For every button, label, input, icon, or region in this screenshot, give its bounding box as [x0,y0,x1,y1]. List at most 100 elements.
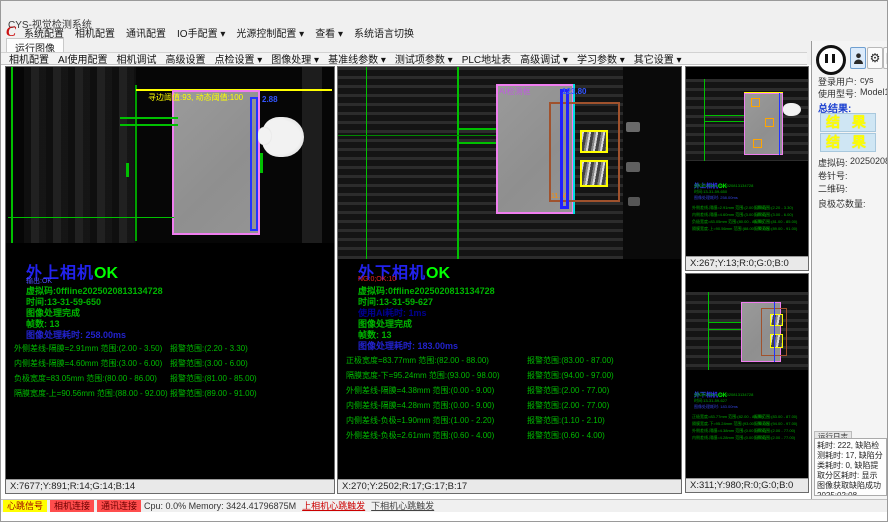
user-button[interactable] [850,47,866,69]
thumb-bottom-blue-line [774,302,775,362]
tool-other-settings[interactable]: 其它设置 ▾ [634,51,682,66]
gear-icon: ⚙ [870,52,881,64]
tool-advanced-debug[interactable]: 高级调试 ▾ [520,51,568,66]
app-window: CYS-视觉检测系统 C 系统配置 相机配置 通讯配置 IO手配置 ▾ 光源控制… [0,0,888,522]
center-yellow-box1 [580,130,608,153]
trigger-up-text[interactable]: 上相机心跳触发 [302,500,365,512]
tool-baseline-params[interactable]: 基准线参数 ▾ [328,51,386,66]
thumb-top-orange-box1 [751,98,760,107]
thumb-top-orange-box3 [753,139,762,148]
center-counter-text: NG:0;OK:10 [358,276,396,283]
thumb-top-alarm4: 报警范围:(89.00 - 91.00) [754,226,797,232]
left-camera-image[interactable]: 寻边阈值:93, 动态阈值:100 2.88 [6,67,334,243]
trigger-down-text[interactable]: 下相机心跳触发 [371,500,434,512]
center-meas-row6: 外侧差线-负极=2.61mm 范围:(0.60 - 4.00) [346,430,494,441]
user-icon [853,52,864,65]
model-label: 使用型号: [818,87,857,100]
tool-camera-debug[interactable]: 相机调试 [116,51,156,66]
center-green-vline2 [457,67,459,259]
center-meas-row2: 隔膜宽度-下=95.24mm 范围:(93.00 - 98.00) [346,370,500,381]
left-glove-thumb [258,127,272,145]
center-metal-bump3 [628,197,640,206]
menu-item-comm-config[interactable]: 通讯配置 [126,25,166,40]
login-user-value: cys [860,75,874,85]
thumb-top-line3: 图像处理耗时: 258.00ms [694,195,738,201]
left-blue-value-label: 2.88 [262,95,278,104]
thumb-top-yellow-line [744,92,783,93]
vcode-value: 20250208 [850,156,888,166]
menu-item-io-config[interactable]: IO手配置 ▾ [177,25,225,40]
right-control-panel: ⚙ 登录用户: cys 使用型号: Model1 总结果: 结 果 结 果 虚拟… [811,41,888,499]
thumb-bottom-coord-bar: X:311;Y:980;R:0;G:0;B:0 [686,478,809,492]
tool-camera-config[interactable]: 相机配置 [9,51,49,66]
menu-item-camera-config[interactable]: 相机配置 [75,25,115,40]
qr-label: 二维码: [818,182,848,195]
center-alarm-row2: 报警范围:(94.00 - 97.00) [527,370,614,381]
center-alarm-row4: 报警范围:(2.00 - 77.00) [527,400,609,411]
center-alarm-row1: 报警范围:(83.00 - 87.00) [527,355,614,366]
thumb-bottom-green-vline [708,292,709,370]
center-metal-bump1 [626,122,640,132]
left-elapsed-text: 图像处理耗时: 258.00ms [26,328,126,341]
center-meas-row3: 外侧差线-隔膜=4.38mm 范围:(0.00 - 9.00) [346,385,494,396]
thumb-top-alarm2: 报警范围:(3.00 - 6.00) [754,212,793,218]
thumb-top-alarm3: 报警范围:(81.00 - 85.00) [754,219,797,225]
tool-image-process[interactable]: 图像处理 ▾ [271,51,319,66]
center-metal-bump2 [626,162,640,172]
center-meas-row4: 内侧差线-隔膜=4.28mm 范围:(0.00 - 9.00) [346,400,494,411]
left-meas-row1: 外侧差线-隔膜=2.91mm 范围:(2.00 - 3.50) [14,343,162,354]
center-ai-box-label: AI检测框 [499,86,531,97]
thumb-top-roi-rect [744,93,783,155]
thumb-bottom-alarm3: 报警范围:(2.00 - 77.00) [754,428,795,434]
thumb-top-blue-line [779,93,780,155]
app-logo-icon: C [6,26,16,38]
thumb-bottom-yellow-box2 [770,334,783,348]
pause-button[interactable] [816,45,846,75]
status-bar: 心跳信号 相机连接 通讯连接 Cpu: 0.0% Memory: 3424.41… [1,499,888,512]
needle-label: 卷针号: [818,169,848,182]
thumb-top-green-hline1 [704,115,746,116]
center-alarm-row3: 报警范围:(2.00 - 77.00) [527,385,609,396]
center-green-vline1 [366,67,367,259]
center-meas-row1: 正极宽度=83.77mm 范围:(82.00 - 88.00) [346,355,489,366]
left-meas-row2: 内侧差线-隔膜=4.60mm 范围:(3.00 - 6.00) [14,358,162,369]
pause-icon [825,54,828,63]
center-yellow-box2 [580,160,608,187]
thumb-top-orange-box2 [765,118,774,127]
thumb-top-panel[interactable]: 外上相机OK 虚拟码:0ffline2025020813134728 时间:13… [685,66,809,271]
tool-learn-params[interactable]: 学习参数 ▾ [577,51,625,66]
left-alarm-row3: 报警范围:(81.00 - 85.00) [170,373,257,384]
menu-item-light-config[interactable]: 光源控制配置 ▾ [236,25,304,40]
thumb-top-glove [783,103,801,116]
comm-conn-badge: 通讯连接 [97,500,141,512]
thumb-top-image [686,79,808,161]
tool-plc-table[interactable]: PLC地址表 [462,51,511,66]
left-green-mark2 [260,153,263,173]
exit-button[interactable] [883,47,888,69]
settings-button[interactable]: ⚙ [867,47,883,69]
thumb-bottom-image [686,292,808,370]
tool-advanced-settings[interactable]: 高级设置 [165,51,205,66]
log-text[interactable]: 耗时: 222, 缺陷检测耗时: 17, 缺陷分类耗时: 0, 缺陷提取分区耗时… [814,438,887,496]
left-camera-status: OK [94,265,118,282]
left-green-hline3 [8,217,174,218]
center-blue-value-label: 123.80 [562,87,586,96]
left-meas-row4: 隔膜宽度-上=90.56mm 范围:(88.00 - 92.00) [14,388,168,399]
center-camera-image[interactable]: AI检测框 11.50 123.80 [338,67,681,259]
tool-spot-check[interactable]: 点检设置 ▾ [214,51,262,66]
left-blue-measure-box [250,97,258,231]
camera-conn-badge: 相机连接 [50,500,94,512]
center-alarm-row5: 报警范围:(1.10 - 2.10) [527,415,605,426]
vcode-label: 虚拟码: [818,156,848,169]
heartbeat-badge: 心跳信号 [3,500,47,512]
result-box-2: 结 果 [820,133,876,152]
center-camera-status: OK [426,265,450,282]
tool-ai-config[interactable]: AI使用配置 [58,51,107,66]
thumb-bottom-yellow-box1 [770,314,783,326]
menu-item-view[interactable]: 查看 ▾ [315,25,343,40]
thumb-bottom-panel[interactable]: 外下相机OK 虚拟码:0ffline2025020813134728 时间:13… [685,273,809,493]
thumb-top-coord-bar: X:267;Y:13;R:0;G:0;B:0 [686,256,809,270]
menu-item-language[interactable]: 系统语言切换 [354,25,414,40]
menu-bar: C 系统配置 相机配置 通讯配置 IO手配置 ▾ 光源控制配置 ▾ 查看 ▾ 系… [6,25,806,39]
tool-test-params[interactable]: 测试项参数 ▾ [395,51,453,66]
